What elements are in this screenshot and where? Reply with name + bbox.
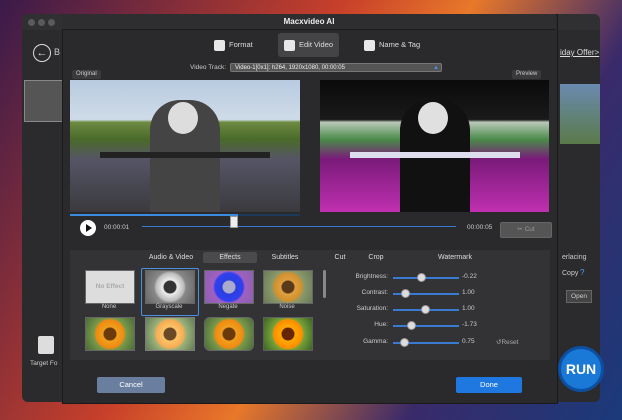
original-video (70, 80, 300, 212)
hue-track[interactable] (393, 325, 459, 327)
cut-button[interactable]: ✂ Cut (500, 222, 552, 238)
help-icon[interactable]: ? (580, 268, 584, 277)
current-time: 00:00:01 (104, 224, 130, 231)
effect-negate-label: Negate (218, 304, 238, 310)
effect-thumb-7[interactable] (204, 317, 254, 351)
cancel-button[interactable]: Cancel (97, 377, 165, 393)
effects-scrollbar[interactable] (323, 270, 326, 298)
tab-name-tag-label: Name & Tag (379, 40, 421, 49)
brightness-value: -0.22 (462, 273, 477, 280)
tab-edit-video[interactable]: Edit Video (278, 33, 340, 57)
preview-video (320, 80, 549, 212)
bg-header-text: B (54, 47, 61, 57)
minimize-window-button[interactable] (38, 19, 45, 26)
effect-noise-label: Noise (279, 304, 295, 310)
effect-negate-thumb[interactable] (204, 270, 254, 304)
run-button[interactable]: RUN (558, 346, 604, 392)
tab-crop[interactable]: Crop (360, 252, 392, 263)
gamma-slider-knob[interactable] (399, 338, 409, 347)
tag-icon (364, 39, 375, 51)
effect-grayscale-thumb[interactable] (145, 270, 195, 304)
tab-name-tag[interactable]: Name & Tag (358, 33, 426, 57)
effect-thumb-8[interactable] (263, 317, 313, 351)
effect-grayscale-label: Grayscale (155, 304, 183, 310)
helmet (418, 102, 448, 134)
hue-label: Hue: (374, 321, 388, 328)
video-track-value: Video-1[0x1]: h264, 1920x1080, 00:00:05 (235, 65, 345, 71)
effect-thumb-5[interactable] (85, 317, 135, 351)
contrast-label: Contrast: (361, 289, 388, 296)
open-folder-button[interactable]: Open (566, 290, 592, 303)
format-icon (214, 39, 225, 51)
saturation-slider-knob[interactable] (420, 305, 430, 314)
scrub-track[interactable] (142, 226, 456, 227)
tab-effects[interactable]: Effects (203, 252, 257, 263)
effect-none-thumb[interactable]: No Effect (85, 270, 135, 304)
tab-cut[interactable]: Cut (325, 252, 355, 263)
reset-button[interactable]: ↺Reset (496, 338, 518, 346)
tab-format-label: Format (229, 40, 253, 49)
edit-video-icon (284, 39, 295, 51)
preview-label: Preview (512, 70, 542, 79)
saturation-label: Saturation: (356, 305, 388, 312)
gamma-label: Gamma: (363, 338, 388, 345)
effect-thumb-6[interactable] (145, 317, 195, 351)
handlebars (350, 152, 520, 158)
holiday-offer-link[interactable]: iday Offer> (560, 48, 599, 57)
hue-value: -1.73 (462, 321, 477, 328)
done-button[interactable]: Done (456, 377, 522, 393)
tab-audio-video[interactable]: Audio & Video (143, 252, 199, 263)
scissors-icon: ✂ (517, 226, 523, 233)
target-folder-icon[interactable] (38, 336, 54, 354)
end-time: 00:00:05 (467, 224, 493, 231)
scrub-handle[interactable] (230, 216, 239, 228)
brightness-track[interactable] (393, 277, 459, 279)
tab-format[interactable]: Format (208, 33, 259, 57)
video-track-select[interactable]: Video-1[0x1]: h264, 1920x1080, 00:00:05 ▲ (230, 63, 442, 72)
chevron-down-icon: ▲ (433, 65, 439, 71)
effect-noise-thumb[interactable] (263, 270, 313, 304)
dialog-title: Macxvideo AI (283, 17, 335, 26)
back-arrow-icon[interactable]: ← (33, 44, 51, 62)
close-window-button[interactable] (28, 19, 35, 26)
helmet (168, 102, 198, 134)
tab-watermark[interactable]: Watermark (430, 252, 480, 263)
reset-label: Reset (501, 339, 519, 346)
brightness-label: Brightness: (355, 273, 388, 280)
target-folder-label: Target Fo (30, 360, 58, 367)
effect-none-label: None (101, 304, 117, 310)
brightness-slider-knob[interactable] (416, 273, 426, 282)
original-label: Original (72, 70, 101, 79)
tab-subtitles[interactable]: Subtitles (262, 252, 308, 263)
play-icon[interactable] (80, 220, 96, 236)
video-track-label: Video Track: (190, 64, 227, 71)
video-progress-fill (70, 214, 238, 216)
video-list-thumbnail[interactable] (24, 80, 64, 122)
deinterlacing-label: erlacing (562, 254, 587, 261)
output-preview-thumbnail (560, 84, 600, 144)
cut-button-label: Cut (524, 226, 535, 233)
zoom-window-button[interactable] (48, 19, 55, 26)
dialog-titlebar: Macxvideo AI (62, 14, 556, 30)
handlebars (100, 152, 270, 158)
saturation-value: 1.00 (462, 305, 475, 312)
gamma-value: 0.75 (462, 338, 475, 345)
tab-edit-video-label: Edit Video (299, 40, 334, 49)
contrast-slider-knob[interactable] (400, 289, 410, 298)
contrast-value: 1.00 (462, 289, 475, 296)
copy-label: Copy (562, 270, 579, 277)
